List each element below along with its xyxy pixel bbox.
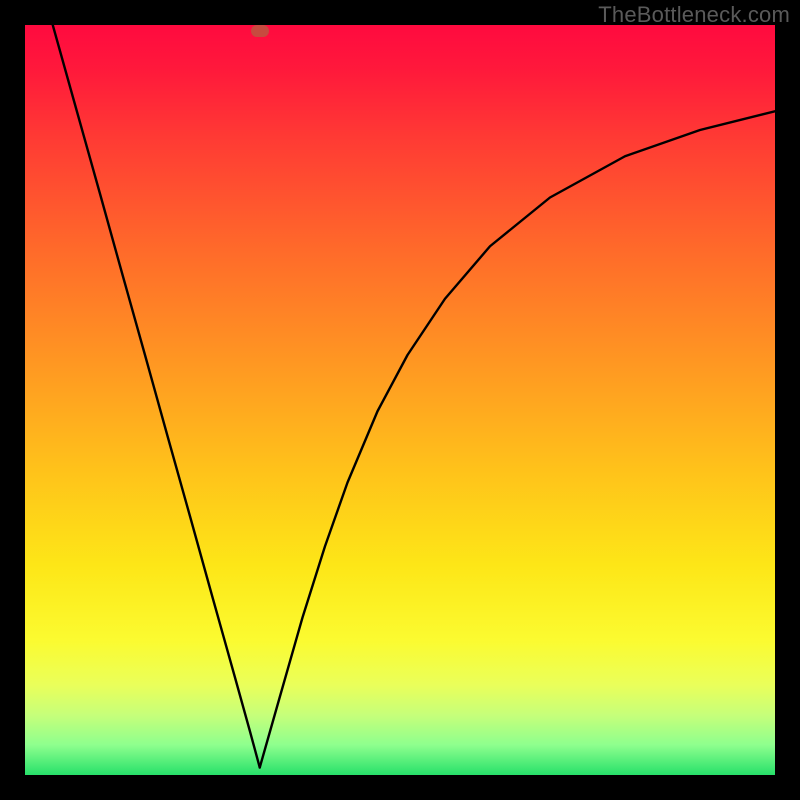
chart-frame: TheBottleneck.com (0, 0, 800, 800)
vertex-marker (251, 25, 269, 37)
curve-layer (25, 25, 775, 775)
curve-right-branch (260, 111, 775, 767)
curve-left-branch (53, 25, 260, 768)
watermark-text: TheBottleneck.com (598, 2, 790, 28)
plot-area (25, 25, 775, 775)
